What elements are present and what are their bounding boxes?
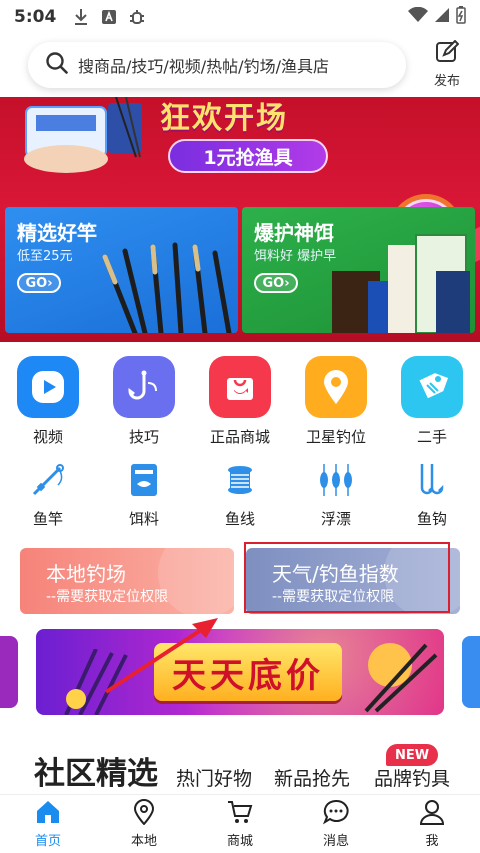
category-float[interactable]: 浮漂 [288,460,384,536]
carousel-prev-peek[interactable] [0,636,18,708]
subcard-title: 精选好竿 [17,221,97,245]
feature-mall[interactable]: 正品商城 [192,352,288,452]
home-icon [35,801,61,829]
community-tab-brand[interactable]: 品牌钓具 [374,764,450,791]
price-tag-icon [401,356,463,418]
feature-second-hand[interactable]: 二手 [384,352,480,452]
card-decoration [158,548,234,614]
carousel-next-peek[interactable] [462,636,480,708]
subcard-fishing-rods[interactable]: 精选好竿 低至25元 GO › [5,207,238,333]
promo-tackle-image [364,643,438,713]
user-icon [419,800,445,829]
banner-title: 狂欢开场 [160,101,288,136]
community-tab-new[interactable]: 新品抢先 [274,764,350,791]
status-bar: 5:04 [0,0,480,34]
banner-product-image [24,97,142,173]
shopping-bag-icon [209,356,271,418]
publish-button[interactable]: 发布 [424,39,470,89]
promo-banner[interactable]: 狂欢开场 1元抢渔具 GO › 精选好竿 低至25元 GO› 爆护神饵 饵料好 … [0,97,480,342]
subcard-go-button[interactable]: GO › [17,273,61,293]
fish-hooks-icon [412,460,452,500]
publish-label: 发布 [433,74,460,89]
promo-label: 天天底价 [154,643,342,701]
category-line[interactable]: 鱼线 [192,460,288,536]
subcard-bait[interactable]: 爆护神饵 饵料好 爆护早 GO › [242,207,475,333]
nav-label: 消息 [322,834,349,849]
nav-mall[interactable]: 商城 [192,795,288,853]
feature-label: 正品商城 [209,428,270,446]
play-icon [17,356,79,418]
fishing-line-spool-icon [220,460,260,500]
battery-icon [456,5,466,29]
banner-center: 狂欢开场 1元抢渔具 [140,97,380,181]
feature-label: 二手 [416,428,447,446]
message-icon [322,799,349,829]
bait-box-icon [124,460,164,500]
feature-label: 卫星钓位 [305,428,366,446]
nav-local[interactable]: 本地 [96,795,192,853]
community-tab-hot[interactable]: 热门好物 [176,764,252,791]
category-label: 鱼线 [224,510,255,528]
promo-rods-image [64,649,128,715]
subcard-subtitle: 饵料好 爆护早 [254,249,337,264]
feature-satellite-spot[interactable]: 卫星钓位 [288,352,384,452]
cart-icon [227,801,253,829]
nav-me[interactable]: 我 [384,795,480,853]
card-title: 本地钓场 [46,562,126,586]
new-badge: NEW [386,744,438,766]
wifi-icon [408,6,428,28]
category-label: 鱼钩 [416,510,447,528]
bait-products-image [332,234,470,333]
status-time: 5:04 [14,7,57,27]
nav-label: 首页 [34,834,61,849]
nav-label: 本地 [130,834,157,849]
nav-home[interactable]: 首页 [0,795,96,853]
search-placeholder: 搜商品/技巧/视频/热帖/钓场/渔具店 [78,57,329,76]
feature-video[interactable]: 视频 [0,352,96,452]
category-bait[interactable]: 饵料 [96,460,192,536]
chevron-right-icon: › [47,275,53,291]
category-label: 饵料 [128,510,159,528]
signal-icon [434,7,450,28]
card-title: 天气/钓鱼指数 [272,562,399,586]
banner-pill: 1元抢渔具 [168,139,328,173]
bottom-navigation: 首页 本地 商城 消息 我 [0,794,480,853]
category-rod[interactable]: 鱼竿 [0,460,96,536]
download-icon [70,7,92,27]
weather-fishing-index-card[interactable]: 天气/钓鱼指数 --需要获取定位权限 [246,548,460,614]
card-subtitle: --需要获取定位权限 [46,589,169,605]
subcard-go-button[interactable]: GO › [254,273,298,293]
fishing-rod-icon [28,460,68,500]
feature-tips[interactable]: 技巧 [96,352,192,452]
nav-label: 我 [425,834,439,849]
location-icon [131,799,157,829]
feature-label: 视频 [32,428,63,446]
map-pin-icon [305,356,367,418]
a-box-icon [98,7,120,27]
subcard-title: 爆护神饵 [254,221,334,245]
category-label: 鱼竿 [32,510,63,528]
nav-messages[interactable]: 消息 [288,795,384,853]
search-icon [46,52,68,78]
subcard-subtitle: 低至25元 [17,249,73,264]
chevron-right-icon: › [284,275,290,291]
category-hook[interactable]: 鱼钩 [384,460,480,536]
app-screen: 5:04 搜商品/技巧/视频/热帖/钓场/渔具店 发布 狂欢开场 1元抢渔具 精… [0,0,480,853]
fish-hook-icon [113,356,175,418]
primary-feature-grid: 视频 技巧 正品商城 卫星钓位 二手 [0,352,480,452]
category-label: 浮漂 [320,510,351,528]
local-fishing-spot-card[interactable]: 本地钓场 --需要获取定位权限 [20,548,234,614]
search-input[interactable]: 搜商品/技巧/视频/热帖/钓场/渔具店 [28,42,406,88]
secondary-category-grid: 鱼竿 饵料 鱼线 浮漂 鱼钩 [0,460,480,536]
card-subtitle: --需要获取定位权限 [272,589,395,605]
feature-label: 技巧 [128,428,159,446]
community-title: 社区精选 [34,756,158,792]
bug-icon [126,7,148,27]
float-bobber-icon [316,460,356,500]
fishing-rods-image [102,242,232,333]
nav-label: 商城 [226,834,253,849]
search-row: 搜商品/技巧/视频/热帖/钓场/渔具店 发布 [0,36,480,94]
edit-icon [435,39,460,68]
daily-low-price-banner[interactable]: 天天底价 [36,629,444,715]
